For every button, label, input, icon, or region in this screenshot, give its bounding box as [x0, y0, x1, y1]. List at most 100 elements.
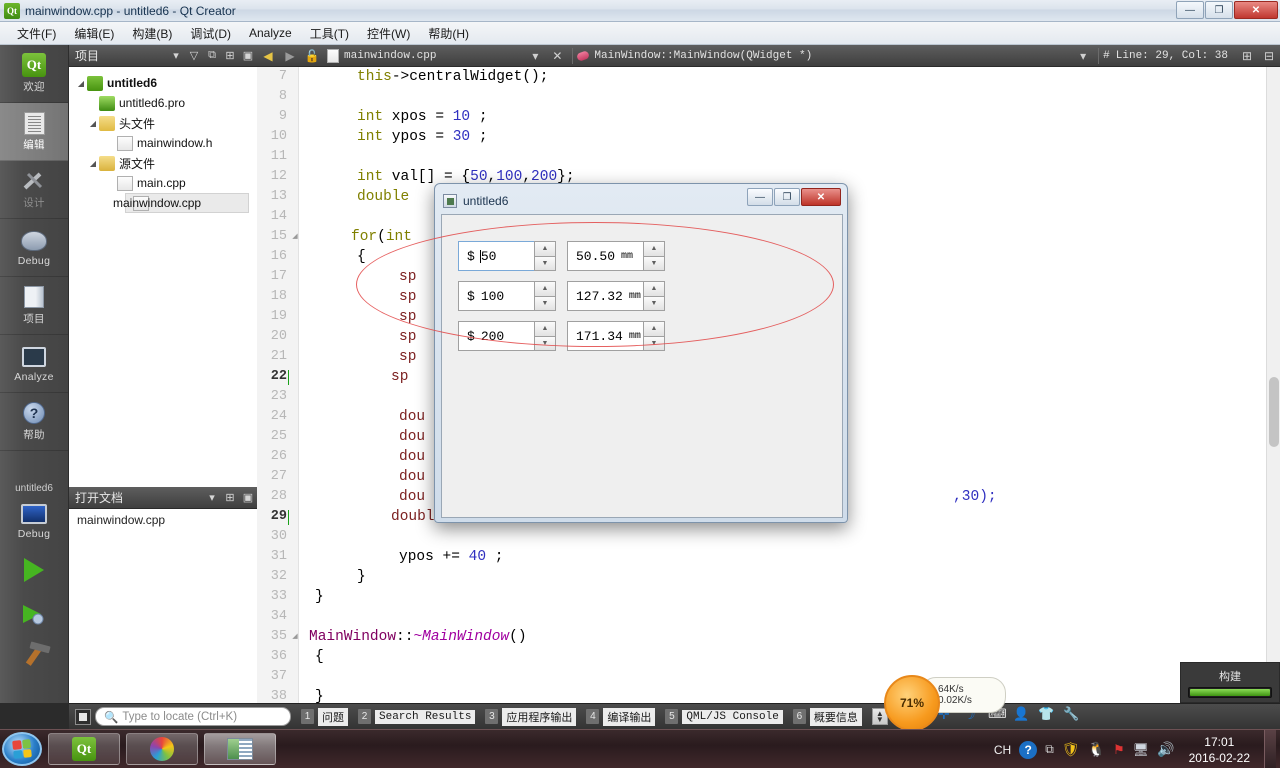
expand-arrow-icon[interactable]: ◢ [87, 159, 99, 168]
spinbox-dollar-100[interactable]: $ 100 ▲ ▼ [458, 281, 556, 311]
spin-up-icon[interactable]: ▲ [534, 241, 556, 257]
expand-arrow-icon[interactable]: ◢ [75, 79, 87, 88]
chevron-down-icon[interactable]: ▾ [526, 47, 544, 65]
flag-error-icon[interactable]: ⚑ [1113, 742, 1125, 758]
tree-item-headers-folder[interactable]: ◢ 头文件 [69, 113, 257, 133]
penguin-icon[interactable]: 🐧 [1088, 741, 1105, 758]
taskbar-item-untitled6[interactable] [204, 733, 276, 765]
split-icon[interactable]: ⊞ [221, 489, 239, 507]
app-window-untitled6[interactable]: untitled6 — ❐ ✕ $ 50 ▲ ▼ 50.50 mm ▲ ▼ $ … [434, 183, 848, 523]
spin-up-icon[interactable]: ▲ [643, 281, 665, 297]
menu-debug[interactable]: 调试(D) [181, 23, 240, 44]
editor-file-tab[interactable]: mainwindow.cpp [327, 48, 436, 63]
chevron-down-icon[interactable]: ▾ [1074, 47, 1092, 65]
split-side-by-side-icon[interactable]: ⊟ [1260, 47, 1278, 65]
network-speed-widget[interactable]: ↑ 64K/s ↓ 0.02K/s 71% [884, 675, 1006, 731]
maximize-button[interactable]: ❐ [1205, 1, 1233, 19]
menu-analyze[interactable]: Analyze [240, 24, 301, 42]
close-icon[interactable]: ✕ [548, 47, 566, 65]
mode-projects[interactable]: 项目 [0, 277, 68, 335]
spinbox-buttons[interactable]: ▲ ▼ [643, 281, 665, 311]
tree-item-project[interactable]: ◢ untitled6 [69, 73, 257, 93]
network-icon[interactable]: 🖥 [1133, 742, 1150, 758]
menu-widgets[interactable]: 控件(W) [358, 23, 419, 44]
spin-down-icon[interactable]: ▼ [643, 256, 665, 271]
spinbox-mm-50-50[interactable]: 50.50 mm ▲ ▼ [567, 241, 665, 271]
app-close-button[interactable]: ✕ [801, 188, 841, 206]
mode-welcome[interactable]: Qt 欢迎 [0, 45, 68, 103]
unlock-icon[interactable]: 🔓 [303, 47, 321, 65]
ime-indicator[interactable]: CH [994, 743, 1011, 757]
tree-item-sources-folder[interactable]: ◢ 源文件 [69, 153, 257, 173]
chevron-down-icon[interactable]: ▾ [203, 489, 221, 507]
output-pane-qml-js-console[interactable]: 5 QML/JS Console [665, 709, 783, 724]
forward-arrow-icon[interactable]: ▶ [281, 47, 299, 65]
spinbox-field[interactable]: 127.32 mm [567, 281, 643, 311]
kit-selector-button[interactable]: Debug [0, 494, 68, 548]
taskbar-item-qt-creator[interactable]: Qt [48, 733, 120, 765]
app-maximize-button[interactable]: ❐ [774, 188, 800, 206]
spinbox-mm-127-32[interactable]: 127.32 mm ▲ ▼ [567, 281, 665, 311]
wrench-icon[interactable]: 🔧 [1063, 706, 1079, 721]
link-icon[interactable]: ⧉ [203, 47, 221, 65]
spin-up-icon[interactable]: ▲ [643, 241, 665, 257]
spinbox-buttons[interactable]: ▲ ▼ [534, 241, 556, 271]
output-pane-search-results[interactable]: 2 Search Results [358, 709, 476, 724]
spin-down-icon[interactable]: ▼ [643, 296, 665, 311]
show-hidden-icon[interactable]: ⧉ [1045, 742, 1054, 757]
tree-item-pro-file[interactable]: untitled6.pro [69, 93, 257, 113]
spinbox-buttons[interactable]: ▲ ▼ [643, 241, 665, 271]
menu-tools[interactable]: 工具(T) [301, 23, 358, 44]
open-document-item[interactable]: mainwindow.cpp [69, 509, 257, 531]
spinbox-field[interactable]: 171.34 mm [567, 321, 643, 351]
output-pane-issues[interactable]: 1 问题 [301, 707, 348, 726]
mode-analyze[interactable]: Analyze [0, 335, 68, 393]
shirt-icon[interactable]: 👕 [1038, 706, 1054, 721]
spinbox-buttons[interactable]: ▲ ▼ [643, 321, 665, 351]
mode-edit[interactable]: 编辑 [0, 103, 68, 161]
menu-help[interactable]: 帮助(H) [419, 23, 478, 44]
orange-percent-badge[interactable]: 71% [884, 675, 940, 731]
filter-icon[interactable]: ▽ [185, 47, 203, 65]
spinbox-mm-171-34[interactable]: 171.34 mm ▲ ▼ [567, 321, 665, 351]
close-icon[interactable]: ▣ [239, 47, 257, 65]
spin-down-icon[interactable]: ▼ [643, 336, 665, 351]
chevron-down-icon[interactable]: ▾ [167, 47, 185, 65]
spin-down-icon[interactable]: ▼ [534, 256, 556, 271]
spinbox-buttons[interactable]: ▲ ▼ [534, 321, 556, 351]
mode-debug[interactable]: Debug [0, 219, 68, 277]
help-circle-icon[interactable]: ? [1019, 740, 1038, 759]
taskbar-clock[interactable]: 17:01 2016-02-22 [1189, 734, 1250, 766]
taskbar-item-color-wheel[interactable] [126, 733, 198, 765]
symbol-selector[interactable]: MainWindow::MainWindow(QWidget *) [576, 50, 812, 62]
split-icon[interactable]: ⊞ [221, 47, 239, 65]
search-input[interactable]: 🔍 Type to locate (Ctrl+K) [95, 707, 291, 726]
contact-icon[interactable]: 👤 [1013, 706, 1029, 721]
show-desktop-button[interactable] [1264, 730, 1276, 768]
spinbox-field[interactable]: $ 50 [458, 241, 534, 271]
run-button[interactable] [0, 548, 68, 592]
editor-vertical-scrollbar[interactable] [1266, 67, 1280, 703]
mode-design[interactable]: 设计 [0, 161, 68, 219]
spinbox-field[interactable]: $ 200 [458, 321, 534, 351]
security-shield-icon[interactable]: 🛡 [1062, 741, 1080, 758]
spinbox-dollar-50[interactable]: $ 50 ▲ ▼ [458, 241, 556, 271]
output-pane-general-messages[interactable]: 6 概要信息 [792, 707, 862, 726]
spinbox-buttons[interactable]: ▲ ▼ [534, 281, 556, 311]
expand-arrow-icon[interactable]: ◢ [87, 119, 99, 128]
menu-file[interactable]: 文件(F) [8, 23, 65, 44]
close-button[interactable]: ✕ [1234, 1, 1278, 19]
menu-edit[interactable]: 编辑(E) [65, 23, 123, 44]
spinbox-dollar-200[interactable]: $ 200 ▲ ▼ [458, 321, 556, 351]
output-pane-compile-output[interactable]: 4 编译输出 [586, 707, 656, 726]
scrollbar-thumb[interactable] [1269, 377, 1279, 447]
build-button[interactable] [0, 636, 68, 676]
menu-build[interactable]: 构建(B) [123, 23, 181, 44]
minimize-button[interactable]: — [1176, 1, 1204, 19]
split-icon[interactable]: ⊞ [1238, 47, 1256, 65]
close-icon[interactable]: ▣ [239, 489, 257, 507]
app-minimize-button[interactable]: — [747, 188, 773, 206]
spin-up-icon[interactable]: ▲ [643, 321, 665, 337]
mode-help[interactable]: ? 帮助 [0, 393, 68, 451]
volume-icon[interactable]: 🔊 [1157, 741, 1174, 758]
